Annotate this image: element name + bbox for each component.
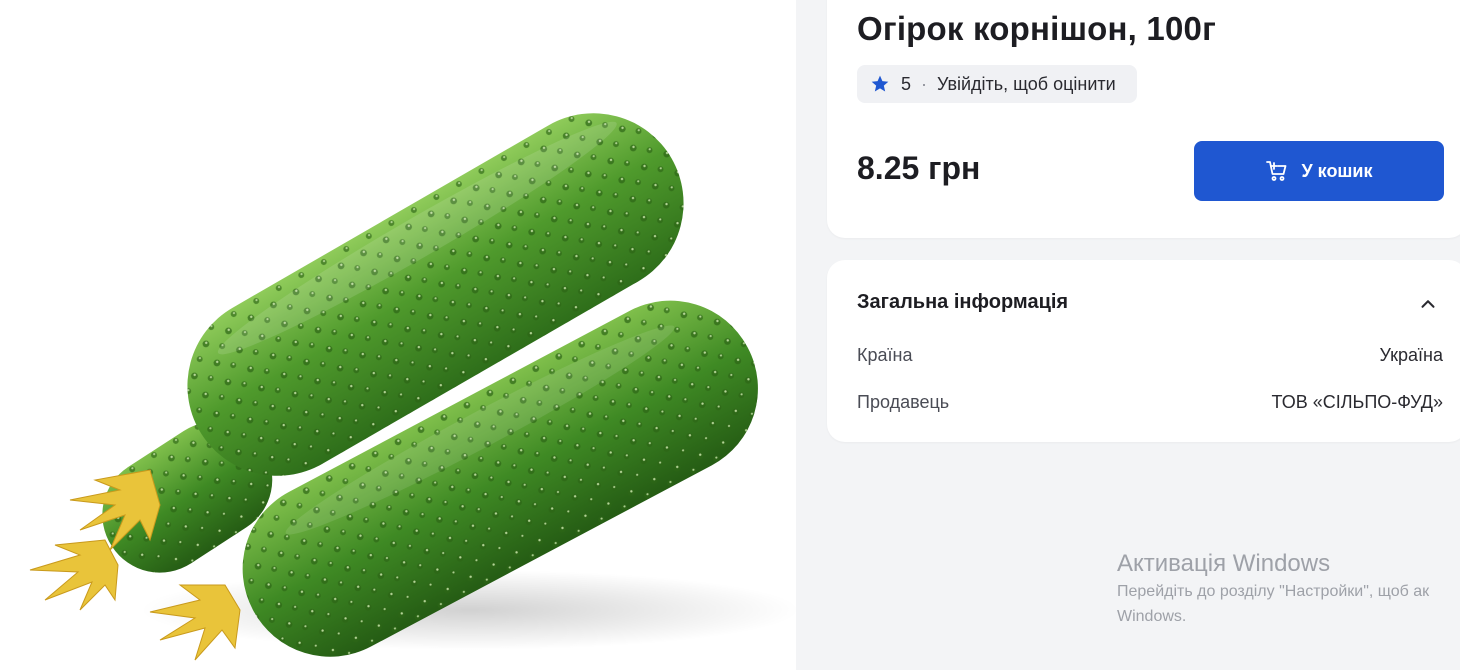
rating-pill[interactable]: 5 · Увійдіть, щоб оцінити — [857, 65, 1137, 103]
info-row-seller-value: ТОВ «СІЛЬПО-ФУД» — [1271, 392, 1443, 412]
product-price: 8.25 грн — [857, 150, 981, 186]
cart-add-icon — [1266, 161, 1287, 181]
chevron-up-icon[interactable] — [1417, 293, 1439, 315]
watermark-line-2: Windows. — [1117, 608, 1187, 625]
rating-separator: · — [921, 73, 928, 94]
cucumber-illustration — [29, 113, 796, 661]
add-to-cart-button[interactable]: У кошик — [1194, 141, 1444, 201]
watermark-line-1: Перейдіть до розділу "Настройки", щоб ак — [1117, 583, 1430, 600]
rating-login-prompt[interactable]: Увійдіть, щоб оцінити — [937, 74, 1116, 95]
add-to-cart-label: У кошик — [1301, 160, 1373, 181]
product-title: Огірок корнішон, 100г — [857, 10, 1217, 47]
rating-value: 5 — [901, 73, 912, 94]
product-image — [0, 0, 796, 670]
info-row-seller-label: Продавець — [857, 392, 950, 412]
general-info-card — [827, 260, 1460, 442]
info-row-country-label: Країна — [857, 345, 913, 365]
star-icon — [871, 75, 889, 92]
windows-activation-watermark: Активація Windows Перейдіть до розділу "… — [1117, 549, 1429, 629]
watermark-title: Активація Windows — [1117, 550, 1331, 577]
general-info-title[interactable]: Загальна інформація — [857, 291, 1068, 314]
info-row-country-value: Україна — [1379, 345, 1443, 365]
